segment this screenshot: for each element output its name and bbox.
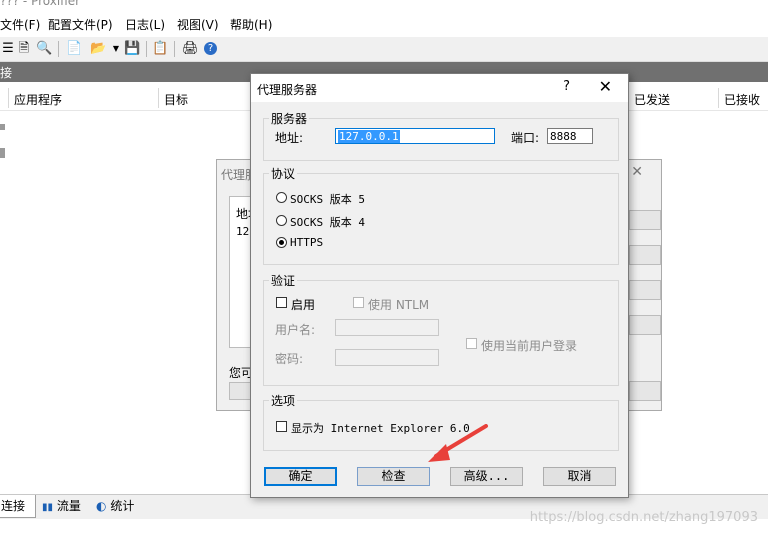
background-button[interactable] xyxy=(629,315,661,335)
current-user-label: 使用当前用户登录 xyxy=(481,339,578,353)
connections-panel-title: 接 xyxy=(0,66,13,80)
side-icons xyxy=(0,112,6,172)
cancel-button[interactable]: 取消 xyxy=(543,467,616,486)
annotation-arrow-icon xyxy=(428,424,488,462)
dropdown-arrow-icon[interactable]: ▼ xyxy=(108,41,124,57)
menu-profile[interactable]: 配置文件(P) xyxy=(48,16,113,33)
https-label: HTTPS xyxy=(290,236,324,249)
current-user-checkbox[interactable] xyxy=(466,338,477,349)
address-value: 127.0.0.1 xyxy=(338,130,400,143)
column-target[interactable]: 目标 xyxy=(164,91,188,108)
background-button[interactable] xyxy=(629,245,661,265)
toolbar-divider xyxy=(174,41,175,57)
ie-checkbox[interactable] xyxy=(276,421,287,432)
chart-icon: ▮▮ xyxy=(42,502,54,513)
socks4-label: SOCKS 版本 4 xyxy=(290,216,365,229)
password-label: 密码: xyxy=(275,352,304,366)
save-icon[interactable]: 💾 xyxy=(124,41,140,57)
menu-file[interactable]: 文件(F) xyxy=(0,16,40,33)
username-label: 用户名: xyxy=(275,323,316,337)
window-title-text: ??? - Proxifier xyxy=(0,0,81,8)
ok-button[interactable]: 确定 xyxy=(264,467,337,486)
advanced-button[interactable]: 高级... xyxy=(450,467,523,486)
enable-auth-label: 启用 xyxy=(291,298,316,312)
column-sent[interactable]: 已发送 xyxy=(634,91,670,108)
enable-auth-checkbox[interactable] xyxy=(276,297,287,308)
pie-chart-icon: ◐ xyxy=(96,499,107,513)
export-icon[interactable]: 📋 xyxy=(152,41,168,57)
address-label: 地址: xyxy=(275,131,304,145)
close-icon[interactable]: ✕ xyxy=(599,77,612,96)
toolbar-divider xyxy=(58,41,59,57)
background-button[interactable] xyxy=(629,280,661,300)
tab-traffic[interactable]: ▮▮ 流量 xyxy=(38,495,85,517)
profile-open-icon[interactable]: 📂 xyxy=(90,41,106,57)
auth-group-label: 验证 xyxy=(269,272,298,289)
tab-connections[interactable]: 连接 xyxy=(0,495,36,518)
tab-statistics[interactable]: ◐ 统计 xyxy=(92,495,138,517)
column-divider[interactable] xyxy=(8,88,9,108)
column-divider[interactable] xyxy=(158,88,159,108)
print-icon[interactable]: 🖨 xyxy=(182,41,199,57)
tab-traffic-label: 流量 xyxy=(56,499,81,513)
binoculars-icon[interactable]: 🔍 xyxy=(36,41,52,57)
menu-view[interactable]: 视图(V) xyxy=(177,16,219,33)
auth-group xyxy=(263,280,619,386)
port-label: 端口: xyxy=(511,131,540,145)
radio-socks4[interactable] xyxy=(276,215,287,226)
profile-new-icon[interactable]: 📄 xyxy=(66,41,82,57)
menu-log[interactable]: 日志(L) xyxy=(125,16,165,33)
options-group-label: 选项 xyxy=(269,392,298,409)
background-button[interactable] xyxy=(629,210,661,230)
server-group-label: 服务器 xyxy=(269,110,310,127)
radio-https[interactable] xyxy=(276,237,287,248)
dialog-title-bar: 代理服务器 ? ✕ xyxy=(251,74,628,102)
window-title: ??? - Proxifier xyxy=(0,0,768,10)
password-input[interactable] xyxy=(335,349,439,366)
help-icon[interactable]: ? xyxy=(563,79,570,94)
menu-bar: 文件(F) 配置文件(P) 日志(L) 视图(V) 帮助(H) xyxy=(0,11,768,37)
tab-statistics-label: 统计 xyxy=(110,499,135,513)
toolbar: ☰ 🗎 🔍 📄 📂 ▼ 💾 📋 🖨 ? xyxy=(0,37,768,62)
watermark: https://blog.csdn.net/zhang197093 xyxy=(529,510,758,525)
column-received[interactable]: 已接收 xyxy=(724,91,760,108)
side-icon-strip xyxy=(0,124,5,158)
toolbar-divider xyxy=(146,41,147,57)
socks5-label: SOCKS 版本 5 xyxy=(290,193,365,206)
help-icon[interactable]: ? xyxy=(204,42,217,55)
close-icon[interactable]: ✕ xyxy=(631,164,643,180)
ntlm-label-text: 使用 NTLM xyxy=(368,298,430,312)
column-application[interactable]: 应用程序 xyxy=(14,91,62,108)
ntlm-label: 使用 NTLM xyxy=(368,296,429,313)
background-button[interactable] xyxy=(629,381,661,401)
dialog-title: 代理服务器 xyxy=(257,83,318,97)
address-input[interactable]: 127.0.0.1 xyxy=(335,128,495,144)
ntlm-checkbox[interactable] xyxy=(353,297,364,308)
column-divider[interactable] xyxy=(718,88,719,108)
check-button[interactable]: 检查 xyxy=(357,467,430,486)
port-input[interactable]: 8888 xyxy=(547,128,593,144)
open-icon[interactable]: 🗎 xyxy=(16,41,32,57)
tab-connections-label: 连接 xyxy=(1,499,26,513)
protocol-group-label: 协议 xyxy=(269,165,298,182)
radio-socks5[interactable] xyxy=(276,192,287,203)
menu-help[interactable]: 帮助(H) xyxy=(230,16,272,33)
username-input[interactable] xyxy=(335,319,439,336)
port-value: 8888 xyxy=(550,130,577,143)
new-icon[interactable]: ☰ xyxy=(0,41,16,57)
